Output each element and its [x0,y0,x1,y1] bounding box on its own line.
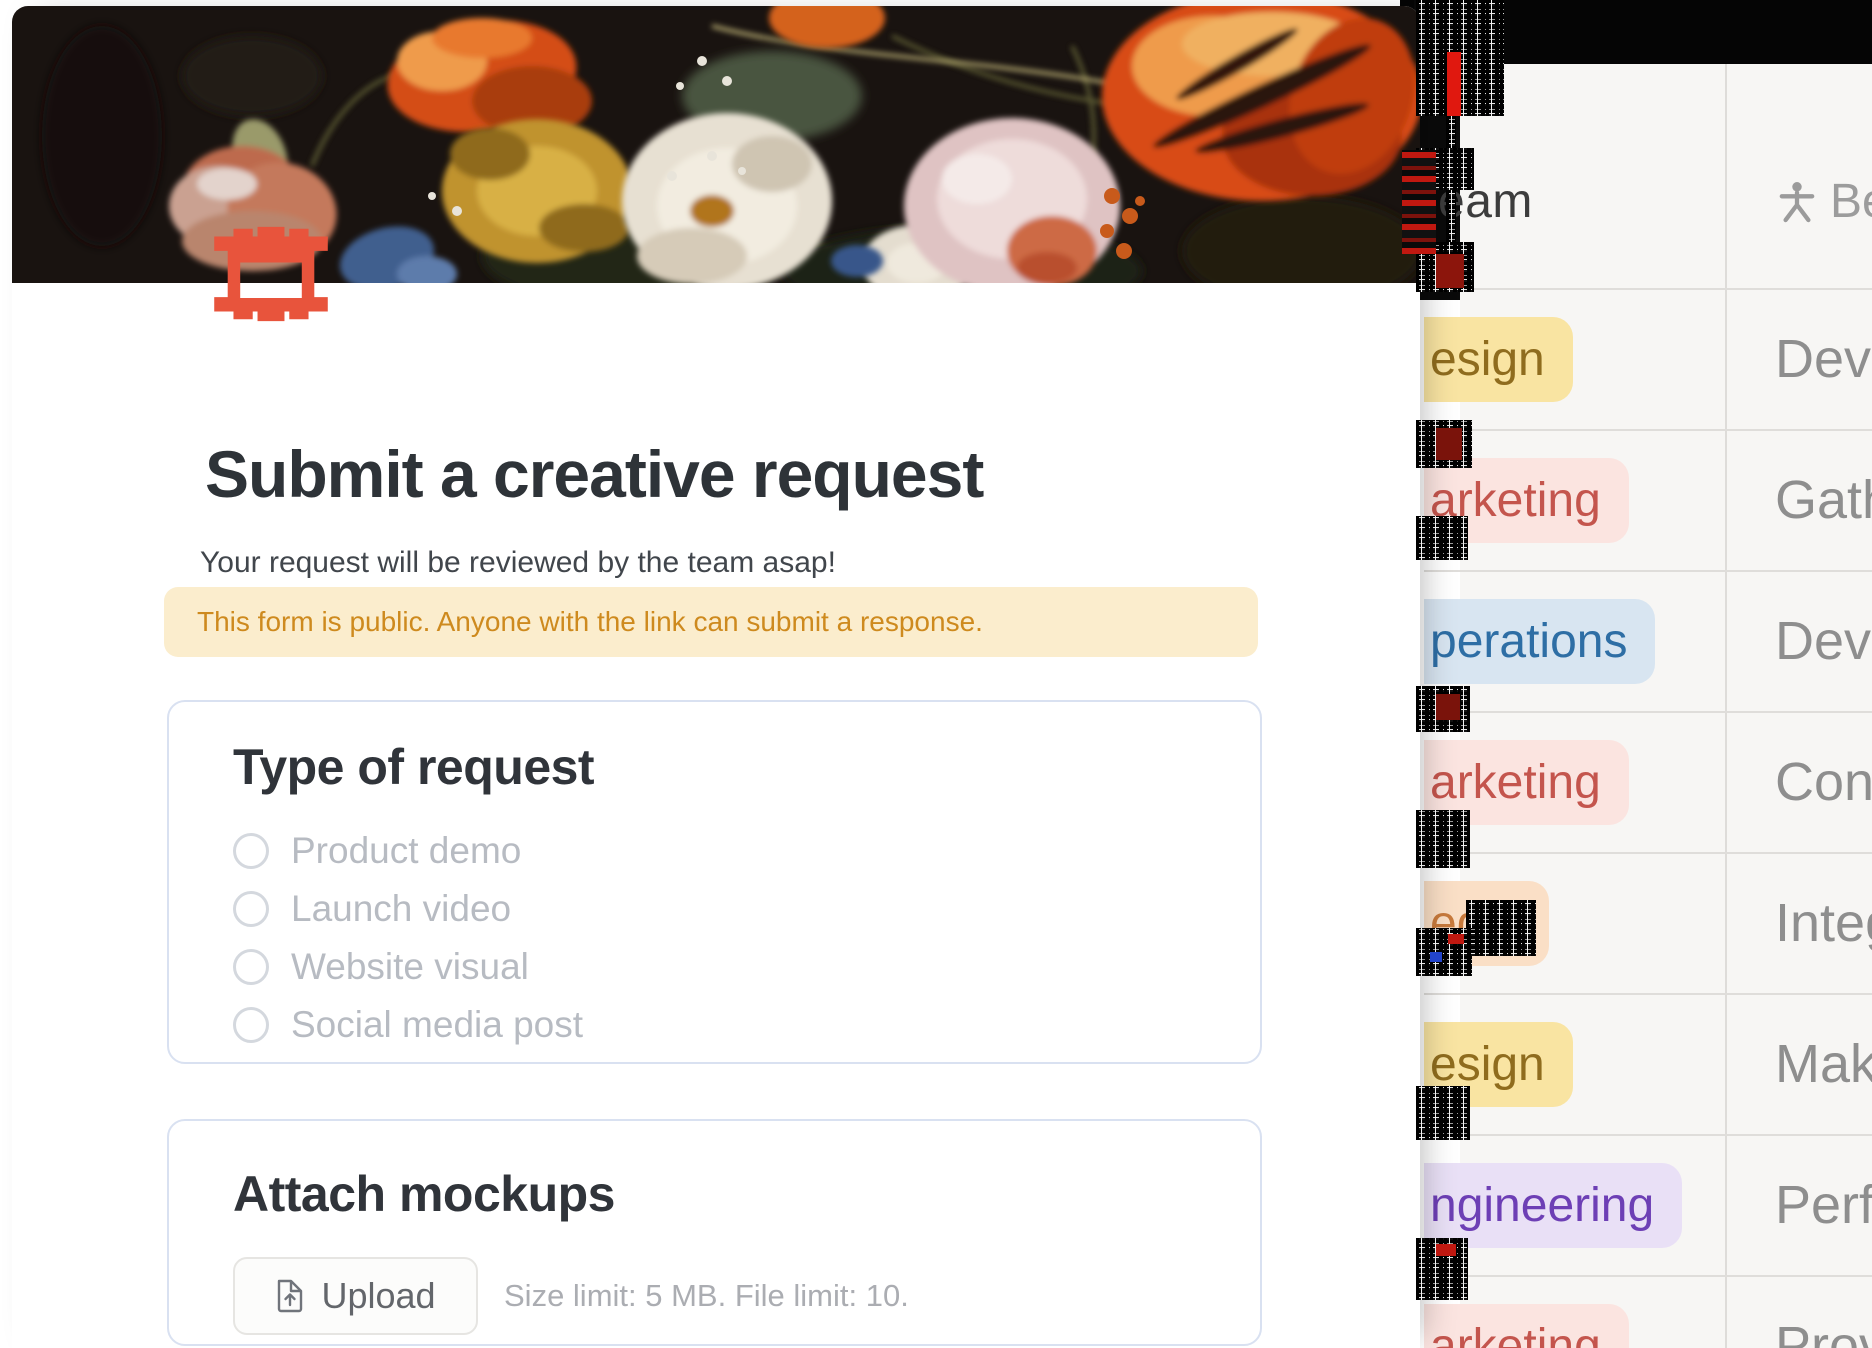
upload-hint: Size limit: 5 MB. File limit: 10. [504,1278,909,1314]
table-cell-text: Integ [1775,854,1872,993]
glitch-artifact [1466,900,1536,956]
upload-button[interactable]: Upload [233,1257,478,1335]
column-header-person[interactable]: Be [1778,174,1872,229]
table-row[interactable]: esign Deve [1424,290,1872,431]
radio-circle-icon[interactable] [233,949,269,985]
table-row[interactable]: arketingConc [1424,713,1872,854]
glitch-artifact [1447,52,1461,116]
table-row[interactable]: ngineering Perfo [1424,1136,1872,1277]
request-options: Product demo Launch video Website visual So… [233,822,1260,1054]
column-header-person-label: Be [1830,174,1872,229]
radio-option[interactable]: Website visual [233,938,1260,996]
team-table-panel: eam Be esignDevearketingGathperationsDev… [1460,64,1872,1348]
radio-option-label: Product demo [291,830,521,872]
table-row[interactable]: esignMake [1424,995,1872,1136]
team-tag: esign [1424,317,1573,402]
table-header-row: eam Be [1460,64,1872,288]
attach-mockups-card: Attach mockups Upload Size limit: 5 MB. … [167,1119,1262,1346]
table-cell-text: Prov [1775,1277,1872,1348]
table-cell-text: Conc [1775,713,1872,852]
glitch-artifact [1448,934,1464,944]
table-row[interactable]: arketingGath [1424,431,1872,572]
page: eam Be esignDevearketingGathperationsDev… [0,0,1872,1348]
table-cell-text: Make [1775,995,1872,1134]
type-of-request-card: Type of request Product demo Launch video… [167,700,1262,1064]
radio-option-label: Launch video [291,888,511,930]
person-icon [1778,180,1816,224]
form-panel: Submit a creative request Your request w… [12,6,1420,1348]
radio-circle-icon[interactable] [233,1007,269,1043]
table-cell-text: Gath [1775,431,1872,570]
yellow-flower [442,119,632,263]
upload-row: Upload Size limit: 5 MB. File limit: 10. [233,1257,1260,1335]
attach-mockups-title: Attach mockups [233,1165,1260,1223]
glitch-artifact [1436,1244,1456,1256]
radio-option[interactable]: Product demo [233,822,1260,880]
glitch-artifact [1436,694,1460,720]
frame-logo-icon [212,223,330,325]
public-form-banner: This form is public. Anyone with the lin… [164,587,1258,657]
page-subtitle: Your request will be reviewed by the tea… [200,546,836,580]
glitch-artifact [1436,428,1462,460]
table-row[interactable]: perations Deve [1424,572,1872,713]
glitch-artifact [1416,810,1470,868]
table-rows: esignDevearketingGathperationsDevearketi… [1424,288,1872,1348]
table-row[interactable]: arketing Prov [1424,1277,1872,1348]
type-of-request-title: Type of request [233,738,1260,796]
team-tag: arketing [1424,1304,1629,1348]
glitch-artifact [1416,1086,1470,1140]
glitch-artifact [1430,952,1442,962]
white-rose [622,113,832,283]
glitch-artifact [1416,516,1468,560]
radio-circle-icon[interactable] [233,833,269,869]
radio-circle-icon[interactable] [233,891,269,927]
radio-option[interactable]: Social media post [233,996,1260,1054]
glitch-artifact [1436,254,1464,288]
upload-button-label: Upload [321,1275,435,1317]
glitch-artifact [1402,150,1436,254]
table-cell-text: Deve [1775,572,1872,711]
public-form-banner-text: This form is public. Anyone with the lin… [164,606,983,638]
table-cell-text: Perfo [1775,1136,1872,1275]
upload-file-icon [275,1278,305,1314]
page-title: Submit a creative request [205,436,983,512]
radio-option-label: Social media post [291,1004,583,1046]
team-tag: ngineering [1424,1163,1682,1248]
team-tag: perations [1424,599,1655,684]
table-cell-text: Deve [1775,290,1872,429]
radio-option-label: Website visual [291,946,529,988]
radio-option[interactable]: Launch video [233,880,1260,938]
